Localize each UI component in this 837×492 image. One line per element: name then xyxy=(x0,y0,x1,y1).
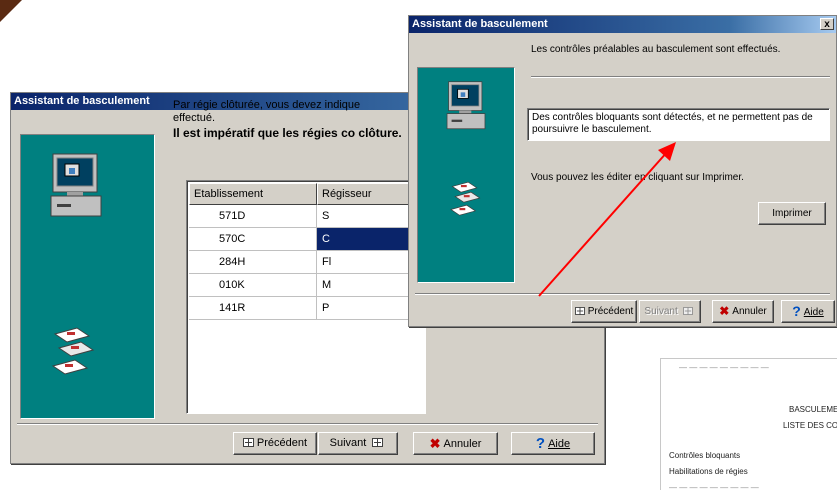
cancel-button[interactable]: ✖ Annuler xyxy=(413,432,498,455)
close-icon: x xyxy=(824,19,830,30)
floppy-disks-icon xyxy=(450,181,481,216)
help-icon: ? xyxy=(792,303,801,319)
help-label: Aide xyxy=(803,307,824,318)
column-header-etablissement[interactable]: Etablissement xyxy=(189,183,317,205)
wizard-warning-text: Il est impératif que les régies co clôtu… xyxy=(173,126,402,140)
report-preview: — — — — — — — — — BASCULEMEN LISTE DES C… xyxy=(660,358,837,492)
help-icon: ? xyxy=(535,435,546,452)
report-subtitle: LISTE DES CON xyxy=(783,421,837,430)
table-row[interactable]: 141R P xyxy=(189,297,425,320)
print-button[interactable]: Imprimer xyxy=(758,202,826,225)
cancel-label: Annuler xyxy=(443,438,482,450)
cancel-button[interactable]: ✖ Annuler xyxy=(712,300,774,323)
next-label: Suivant xyxy=(644,306,678,317)
wizard-title-bar: Assistant de basculement x xyxy=(409,16,836,33)
close-x-icon: ✖ xyxy=(719,304,730,318)
next-label: Suivant xyxy=(329,437,367,449)
cell-etablissement: 570C xyxy=(189,228,317,251)
button-separator xyxy=(17,423,598,425)
next-button[interactable]: Suivant xyxy=(639,300,701,323)
previous-button[interactable]: Précédent xyxy=(233,432,317,455)
close-x-icon: ✖ xyxy=(429,436,441,451)
report-line-habilitations: Habilitations de régies xyxy=(669,467,748,476)
next-icon xyxy=(372,434,384,455)
computer-icon xyxy=(50,153,102,217)
help-button[interactable]: ? Aide xyxy=(511,432,595,455)
header-separator xyxy=(531,76,830,78)
floppy-disks-icon xyxy=(51,327,95,375)
blocking-controls-message: Des contrôles bloquants sont détectés, e… xyxy=(527,108,830,141)
wizard-side-panel xyxy=(20,134,155,419)
computer-icon xyxy=(446,81,486,130)
print-instruction-text: Vous pouvez les éditer en cliquant sur I… xyxy=(531,172,744,183)
previous-label: Précédent xyxy=(587,306,634,317)
controls-done-text: Les contrôles préalables au basculement … xyxy=(531,44,781,55)
cell-etablissement: 284H xyxy=(189,251,317,274)
wizard-side-panel xyxy=(417,67,515,283)
cell-etablissement: 141R xyxy=(189,297,317,320)
previous-button[interactable]: Précédent xyxy=(571,300,637,323)
table-row-selected[interactable]: 570C C xyxy=(189,228,425,251)
regie-table[interactable]: Etablissement Régisseur 571D S 570C C 28… xyxy=(186,180,426,414)
report-header-fragment: — — — — — — — — — xyxy=(679,363,769,372)
button-separator xyxy=(415,293,830,295)
cell-etablissement: 571D xyxy=(189,205,317,228)
cell-etablissement: 010K xyxy=(189,274,317,297)
report-line-fragment: — — — — — — — — — xyxy=(669,483,759,492)
wizard-title: Assistant de basculement xyxy=(412,18,548,30)
next-button[interactable]: Suivant xyxy=(318,432,398,455)
wizard-dialog-front: Assistant de basculement x Les contrôles… xyxy=(408,15,837,327)
close-button[interactable]: x xyxy=(820,18,834,30)
report-title: BASCULEMEN xyxy=(789,405,837,414)
print-label: Imprimer xyxy=(772,208,812,219)
help-button[interactable]: ? Aide xyxy=(781,300,835,323)
table-row[interactable]: 571D S xyxy=(189,205,425,228)
report-line-controles: Contrôles bloquants xyxy=(669,451,741,460)
previous-label: Précédent xyxy=(256,437,308,449)
help-label: Aide xyxy=(548,438,571,450)
cancel-label: Annuler xyxy=(732,306,767,317)
previous-icon xyxy=(574,302,585,323)
wizard-title: Assistant de basculement xyxy=(14,95,150,107)
corner-decoration xyxy=(0,0,22,22)
wizard-intro-text: Par régie clôturée, vous devez indique e… xyxy=(173,99,361,124)
previous-icon xyxy=(242,434,254,455)
next-icon xyxy=(682,302,693,323)
table-row[interactable]: 284H Fl xyxy=(189,251,425,274)
table-row[interactable]: 010K M xyxy=(189,274,425,297)
